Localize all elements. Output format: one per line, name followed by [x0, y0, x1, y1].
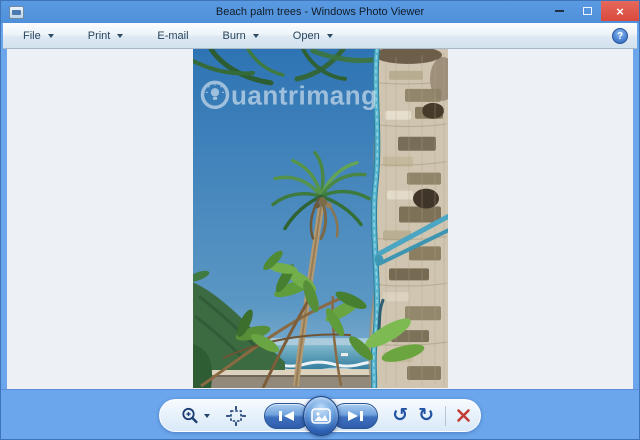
dropdown-arrow-icon[interactable]: [253, 34, 259, 38]
menu-item-open[interactable]: Open: [283, 27, 343, 45]
close-button[interactable]: ×: [601, 1, 639, 21]
menu-item-print[interactable]: Print: [78, 27, 134, 45]
next-icon: [345, 410, 365, 422]
photo-beach-palm-trees: uantrimang: [193, 49, 448, 388]
delete-button[interactable]: [455, 407, 472, 424]
play-slideshow-button[interactable]: [303, 396, 340, 436]
magnifier-icon: [180, 406, 200, 426]
menu-item-file[interactable]: File: [13, 27, 64, 45]
dropdown-arrow-icon[interactable]: [327, 34, 333, 38]
rotate-clockwise-button[interactable]: ↻: [418, 406, 434, 425]
menu-item-email[interactable]: E-mail: [147, 27, 198, 45]
next-button[interactable]: [332, 403, 378, 429]
window-title: Beach palm trees - Windows Photo Viewer: [1, 6, 639, 18]
close-icon: ×: [616, 5, 624, 18]
menu-item-label: Print: [88, 30, 111, 42]
photo-canvas-area: uantrimang: [7, 49, 633, 389]
menubar: File Print E-mail Burn Open ?: [3, 23, 637, 49]
zoom-button[interactable]: [180, 406, 200, 426]
menu-item-label: Open: [293, 30, 320, 42]
menu-item-label: E-mail: [157, 30, 188, 42]
bottom-control-bar: ↺ ↻: [1, 389, 639, 439]
maximize-button[interactable]: [573, 1, 601, 21]
actual-size-button[interactable]: [226, 406, 246, 426]
delete-x-icon: [455, 407, 472, 424]
minimize-button[interactable]: [545, 1, 573, 21]
actual-size-icon: [226, 406, 246, 426]
zoom-dropdown-arrow-icon[interactable]: [204, 414, 210, 418]
window-controls: ×: [545, 1, 639, 21]
playback-toolbar: ↺ ↻: [159, 399, 481, 432]
menu-item-label: Burn: [223, 30, 246, 42]
watermark-text: uantrimang: [231, 80, 378, 110]
menu-item-burn[interactable]: Burn: [213, 27, 269, 45]
maximize-icon: [583, 7, 592, 15]
dropdown-arrow-icon[interactable]: [48, 34, 54, 38]
dropdown-arrow-icon[interactable]: [117, 34, 123, 38]
titlebar[interactable]: Beach palm trees - Windows Photo Viewer …: [1, 1, 639, 23]
rotate-ccw-icon: ↺: [392, 406, 408, 425]
rotate-counterclockwise-button[interactable]: ↺: [392, 406, 408, 425]
menu-item-label: File: [23, 30, 41, 42]
photo-viewer-window: Beach palm trees - Windows Photo Viewer …: [0, 0, 640, 440]
previous-icon: [277, 410, 297, 422]
app-icon[interactable]: [9, 6, 24, 19]
rotate-cw-icon: ↻: [418, 406, 434, 425]
toolbar-divider: [445, 406, 446, 426]
question-mark-icon: ?: [617, 31, 623, 42]
minimize-icon: [555, 10, 564, 12]
slideshow-icon: [311, 408, 331, 424]
app-icon-picture: [12, 10, 21, 15]
help-button[interactable]: ?: [612, 28, 628, 44]
